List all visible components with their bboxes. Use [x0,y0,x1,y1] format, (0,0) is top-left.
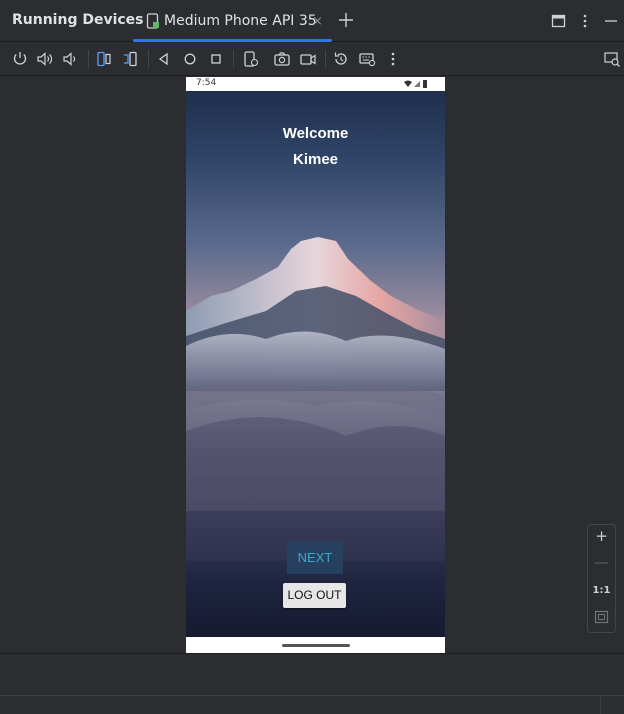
bottom-panel [0,653,624,714]
status-time: 7:54 [196,78,217,88]
status-strip [0,696,624,714]
title-bar: Running Devices Medium Phone API 35 × [0,0,624,42]
toolbar-separator [148,50,149,68]
more-icon[interactable] [384,50,402,68]
device-icon [146,13,159,29]
logout-button[interactable]: LOG OUT [283,583,346,608]
power-icon[interactable] [11,50,29,68]
device-mirror-icon[interactable] [603,50,621,68]
device-toolbar [0,42,624,76]
toolbar-separator [233,50,234,68]
welcome-heading: Welcome Kimee [186,121,445,173]
divider [600,696,601,714]
welcome-line: Welcome [282,125,349,142]
home-icon[interactable] [181,50,199,68]
screenshot-icon[interactable] [273,50,291,68]
minimize-icon[interactable] [602,12,620,30]
username-line: Kimee [292,151,339,168]
navigation-bar [186,637,445,653]
reset-icon[interactable] [332,50,350,68]
window-layout-icon[interactable] [550,12,568,30]
zoom-controls: + — 1:1 [587,524,616,633]
add-tab-icon[interactable] [337,10,355,30]
volume-down-icon[interactable] [61,50,79,68]
options-menu-icon[interactable] [576,12,594,30]
tab-label: Medium Phone API 35 [164,13,317,29]
back-icon[interactable] [155,50,173,68]
zoom-actual-size-button[interactable]: 1:1 [588,579,615,603]
close-icon[interactable]: × [312,14,323,29]
app-screen: Welcome Kimee NEXT LOG OUT [186,91,445,637]
tab-medium-phone[interactable]: Medium Phone API 35 × [133,0,332,42]
phone-display[interactable]: 7:54 Welcome Kimee NEXT LOG OUT [186,77,445,653]
next-button[interactable]: NEXT [287,541,343,574]
status-icons [404,80,427,88]
zoom-in-button[interactable]: + [588,527,615,551]
panel-title: Running Devices [12,12,144,28]
rotate-right-icon[interactable] [121,50,139,68]
gesture-handle[interactable] [282,644,350,647]
device-frame-icon[interactable] [242,50,260,68]
zoom-out-button[interactable]: — [588,553,615,577]
toolbar-separator [88,50,89,68]
keyboard-icon[interactable] [358,50,376,68]
screen-record-icon[interactable] [299,50,317,68]
status-bar: 7:54 [186,77,445,91]
rotate-left-icon[interactable] [95,50,113,68]
overview-icon[interactable] [207,50,225,68]
toolbar-separator [325,50,326,68]
volume-up-icon[interactable] [36,50,54,68]
fit-screen-icon[interactable] [588,605,615,629]
